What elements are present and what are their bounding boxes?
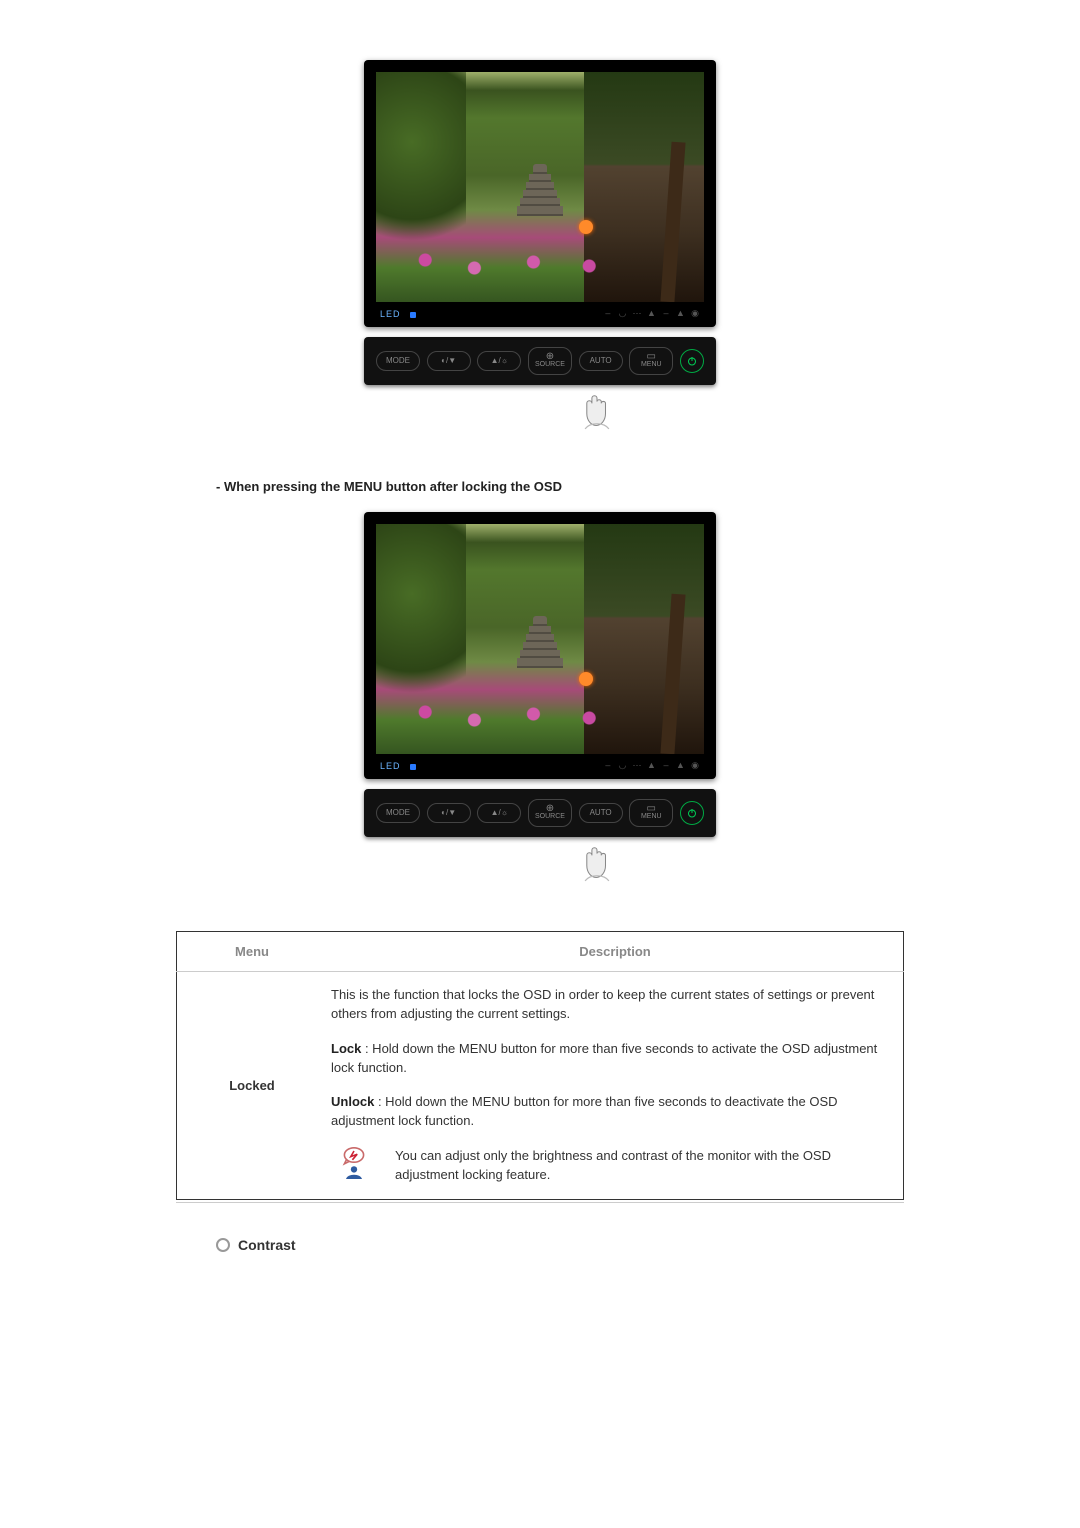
tip-row: You can adjust only the brightness and c…: [331, 1147, 889, 1185]
garden-tree-left: [376, 524, 466, 724]
menu-button[interactable]: ▭ MENU: [629, 347, 673, 375]
front-icon: ▲: [646, 760, 656, 770]
source-button[interactable]: ⊕ SOURCE: [528, 799, 572, 827]
bezel-front-icons: – ◡ ⋯ ▲ – ▲ ◉: [601, 760, 700, 771]
mode-button-label: MODE: [386, 808, 410, 817]
mode-button[interactable]: MODE: [376, 803, 420, 823]
front-icon: ◉: [690, 308, 700, 319]
menu-button[interactable]: ▭ MENU: [629, 799, 673, 827]
lock-label: Lock: [331, 1041, 361, 1056]
source-label: SOURCE: [535, 813, 565, 821]
monitor-bezel: LED – ◡ ⋯ ▲ – ▲ ◉: [364, 60, 716, 327]
pointing-hand-icon: [580, 841, 614, 885]
manual-page: LED – ◡ ⋯ ▲ – ▲ ◉ MODE ◐/▼ ▲/☼ ⊕ S: [130, 0, 950, 1373]
row-description: This is the function that locks the OSD …: [327, 972, 903, 1199]
contrast-down-button[interactable]: ◐/▼: [427, 351, 471, 371]
col-description-header: Description: [327, 932, 904, 972]
mode-button-label: MODE: [386, 356, 410, 365]
brightness-up-label: ▲/☼: [491, 356, 508, 365]
col-menu-header: Menu: [177, 932, 328, 972]
front-icon: ◡: [617, 308, 627, 319]
brightness-up-button[interactable]: ▲/☼: [477, 803, 521, 823]
auto-button-label: AUTO: [590, 808, 612, 817]
flower-bed: [376, 696, 704, 736]
bullet-ring-icon: [216, 1238, 230, 1252]
table-bottom-rule: [176, 1202, 904, 1203]
front-icon: ◉: [690, 760, 700, 771]
front-icon: ⋯: [632, 760, 642, 771]
led-label: LED: [380, 309, 416, 319]
power-button[interactable]: [680, 801, 704, 825]
menu-icon: ▭: [636, 805, 666, 813]
front-icon: –: [661, 308, 671, 318]
front-icon: ⋯: [632, 308, 642, 319]
tip-icon-wrapper: [331, 1147, 377, 1179]
brightness-up-label: ▲/☼: [491, 808, 508, 817]
contrast-heading-label: Contrast: [238, 1237, 296, 1253]
bezel-chin: LED – ◡ ⋯ ▲ – ▲ ◉: [376, 760, 704, 773]
led-indicator-icon: [410, 312, 416, 318]
desc-intro: This is the function that locks the OSD …: [331, 986, 889, 1024]
unlock-label: Unlock: [331, 1094, 374, 1109]
brightness-up-button[interactable]: ▲/☼: [477, 351, 521, 371]
menu-label: MENU: [636, 813, 666, 821]
auto-button[interactable]: AUTO: [579, 803, 623, 823]
mode-button[interactable]: MODE: [376, 351, 420, 371]
desc-lock: Lock : Hold down the MENU button for mor…: [331, 1040, 889, 1078]
monitor-button-bar: MODE ◐/▼ ▲/☼ ⊕ SOURCE AUTO ▭ MENU: [364, 337, 716, 385]
front-icon: ▲: [675, 308, 685, 318]
source-label: SOURCE: [535, 361, 565, 369]
front-icon: –: [661, 760, 671, 770]
power-button[interactable]: [680, 349, 704, 373]
garden-tree-left: [376, 72, 466, 272]
contrast-down-label: ◐/▼: [441, 808, 456, 817]
front-icon: –: [603, 760, 613, 770]
contrast-down-button[interactable]: ◐/▼: [427, 803, 471, 823]
source-button[interactable]: ⊕ SOURCE: [528, 347, 572, 375]
monitor-button-bar: MODE ◐/▼ ▲/☼ ⊕ SOURCE AUTO ▭ MENU: [364, 789, 716, 837]
led-text: LED: [380, 761, 401, 771]
pointing-hand-icon: [580, 389, 614, 433]
source-icon: ⊕: [535, 353, 565, 361]
osd-lock-table: Menu Description Locked This is the func…: [176, 931, 904, 1200]
contrast-down-label: ◐/▼: [441, 356, 456, 365]
desc-unlock: Unlock : Hold down the MENU button for m…: [331, 1093, 889, 1131]
unlock-text: : Hold down the MENU button for more tha…: [331, 1094, 838, 1128]
auto-button[interactable]: AUTO: [579, 351, 623, 371]
note-person-icon: [337, 1147, 371, 1179]
tip-text: You can adjust only the brightness and c…: [395, 1147, 889, 1185]
front-icon: –: [603, 308, 613, 318]
led-text: LED: [380, 309, 401, 319]
monitor-screen: [376, 72, 704, 302]
front-icon: ◡: [617, 760, 627, 771]
menu-icon: ▭: [636, 353, 666, 361]
monitor-illustration-1: LED – ◡ ⋯ ▲ – ▲ ◉ MODE ◐/▼ ▲/☼ ⊕ S: [364, 60, 716, 439]
hand-pointer-overlay: [364, 389, 716, 439]
monitor-bezel: LED – ◡ ⋯ ▲ – ▲ ◉: [364, 512, 716, 779]
monitor-screen: [376, 524, 704, 754]
flower-bed: [376, 244, 704, 284]
menu-label: MENU: [636, 361, 666, 369]
power-icon: [686, 807, 698, 819]
contrast-heading: Contrast: [216, 1237, 950, 1253]
section-heading: - When pressing the MENU button after lo…: [216, 479, 950, 494]
power-icon: [686, 355, 698, 367]
hand-pointer-overlay: [364, 841, 716, 891]
lock-text: : Hold down the MENU button for more tha…: [331, 1041, 877, 1075]
auto-button-label: AUTO: [590, 356, 612, 365]
source-icon: ⊕: [535, 805, 565, 813]
front-icon: ▲: [675, 760, 685, 770]
monitor-illustration-2: LED – ◡ ⋯ ▲ – ▲ ◉ MODE ◐/▼ ▲/☼ ⊕ S: [364, 512, 716, 891]
table-row: Locked This is the function that locks t…: [177, 972, 904, 1200]
led-indicator-icon: [410, 764, 416, 770]
bezel-front-icons: – ◡ ⋯ ▲ – ▲ ◉: [601, 308, 700, 319]
front-icon: ▲: [646, 308, 656, 318]
row-menu-label: Locked: [177, 972, 328, 1200]
led-label: LED: [380, 761, 416, 771]
bezel-chin: LED – ◡ ⋯ ▲ – ▲ ◉: [376, 308, 704, 321]
